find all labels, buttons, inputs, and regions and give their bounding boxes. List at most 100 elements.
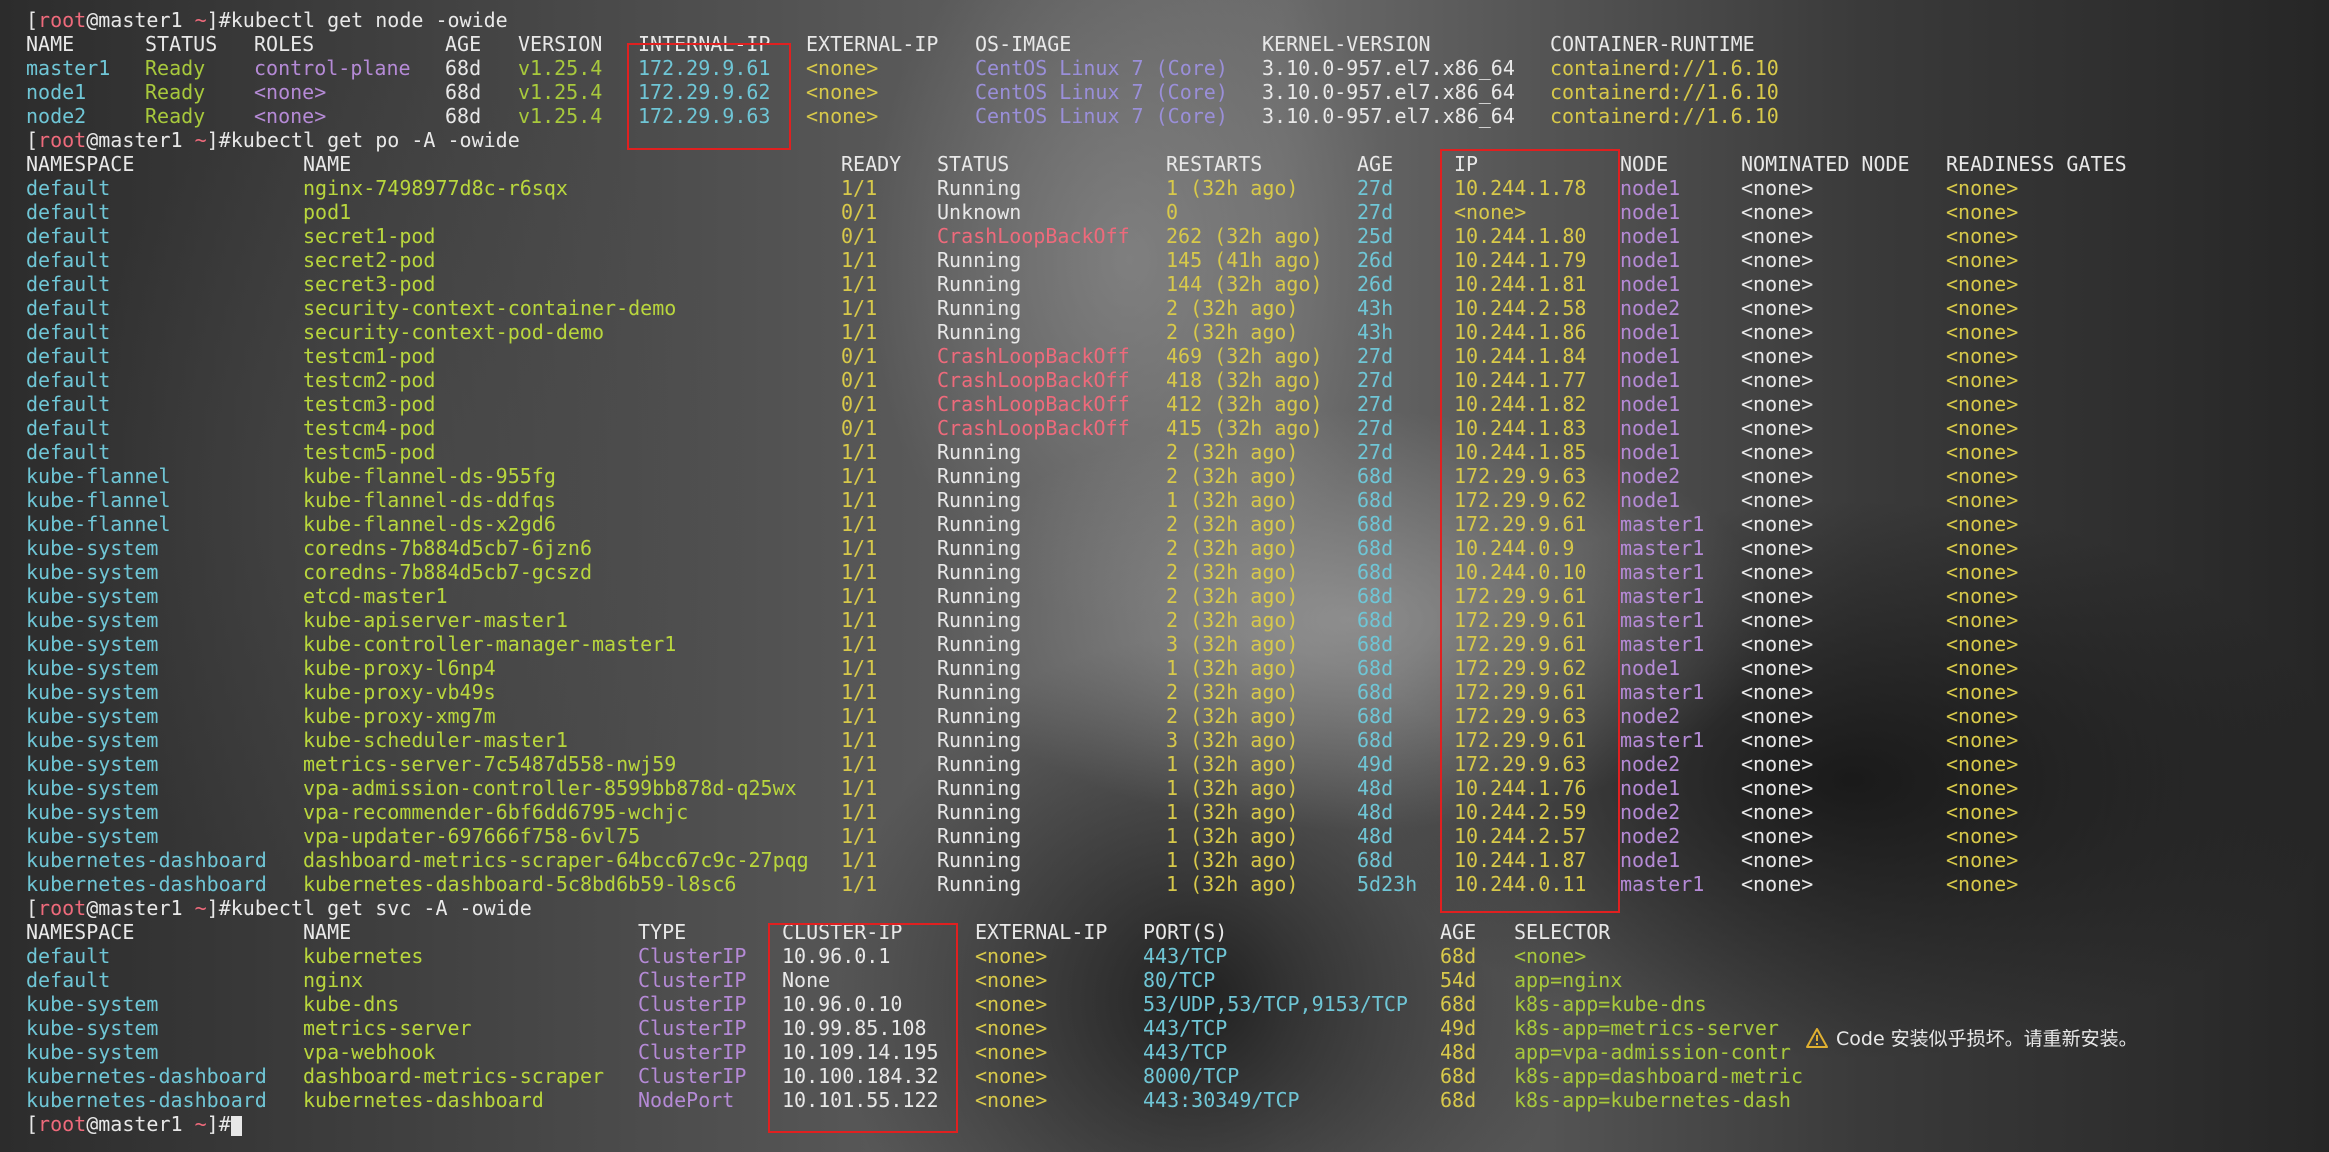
pod-cell: node1 bbox=[1620, 320, 1681, 344]
pod-cell: node1 bbox=[1620, 440, 1681, 464]
pod-cell: <none> bbox=[1946, 728, 2019, 752]
pod-cell: Running bbox=[937, 728, 1022, 752]
pod-cell: node2 bbox=[1620, 800, 1681, 824]
svc-row: kubernetes-dashboard kubernetes-dashboard… bbox=[0, 1088, 2329, 1112]
pod-cell: <none> bbox=[1741, 704, 1814, 728]
pod-cell: <none> bbox=[1741, 488, 1814, 512]
pod-cell: Running bbox=[937, 488, 1022, 512]
pod-cell: 1 (32h ago) bbox=[1166, 752, 1299, 776]
svc-cell: 443/TCP bbox=[1143, 1040, 1228, 1064]
pod-cell: master1 bbox=[1620, 872, 1705, 896]
node-cell: <none> bbox=[806, 80, 879, 104]
node-header-cell: ROLES bbox=[254, 32, 315, 56]
pod-cell: coredns-7b884d5cb7-6jzn6 bbox=[303, 536, 592, 560]
svc-cell: <none> bbox=[975, 1040, 1048, 1064]
pod-cell: Running bbox=[937, 296, 1022, 320]
pod-cell: <none> bbox=[1946, 584, 2019, 608]
svc-cell: kubernetes bbox=[303, 944, 424, 968]
pod-cell: kube-apiserver-master1 bbox=[303, 608, 568, 632]
pod-cell: 1/1 bbox=[841, 752, 878, 776]
pod-cell: Running bbox=[937, 176, 1022, 200]
node-cell: 3.10.0-957.el7.x86_64 bbox=[1262, 56, 1515, 80]
pod-cell: <none> bbox=[1946, 512, 2019, 536]
pod-cell: <none> bbox=[1741, 776, 1814, 800]
warning-icon bbox=[1806, 1027, 1828, 1048]
terminal-window[interactable]: [root@master1 ~]#kubectl get node -owide… bbox=[0, 0, 2329, 1152]
pod-cell: 1/1 bbox=[841, 872, 878, 896]
pod-cell: 68d bbox=[1357, 584, 1394, 608]
pod-cell: kube-system bbox=[26, 560, 159, 584]
pod-cell: kube-flannel-ds-ddfqs bbox=[303, 488, 556, 512]
pod-cell: kube-system bbox=[26, 584, 159, 608]
node-cell: containerd://1.6.10 bbox=[1550, 56, 1779, 80]
svc-cell: 443:30349/TCP bbox=[1143, 1088, 1300, 1112]
notification-text: Code 安装似乎损坏。请重新安装。 bbox=[1836, 1028, 2138, 1050]
pod-cell: <none> bbox=[1741, 416, 1814, 440]
pod-cell: Running bbox=[937, 536, 1022, 560]
node-cell: master1 bbox=[26, 56, 111, 80]
pod-row: default secret2-pod 1/1 Running 145 (41h ago… bbox=[0, 248, 2329, 272]
pod-cell: 2 (32h ago) bbox=[1166, 320, 1299, 344]
pod-cell: default bbox=[26, 392, 111, 416]
pod-cell: <none> bbox=[1741, 464, 1814, 488]
pod-cell: <none> bbox=[1946, 296, 2019, 320]
terminal-cursor[interactable] bbox=[230, 1115, 242, 1136]
pod-cell: <none> bbox=[1946, 224, 2019, 248]
pod-cell: 68d bbox=[1357, 680, 1394, 704]
pod-cell: secret3-pod bbox=[303, 272, 436, 296]
pod-cell: Running bbox=[937, 704, 1022, 728]
node-cell: Ready bbox=[145, 104, 206, 128]
pod-cell: <none> bbox=[1741, 656, 1814, 680]
pod-row: default nginx-7498977d8c-r6sqx 1/1 Running 1… bbox=[0, 176, 2329, 200]
pod-cell: 145 (41h ago) bbox=[1166, 248, 1323, 272]
pod-cell: <none> bbox=[1741, 800, 1814, 824]
pod-cell: testcm4-pod bbox=[303, 416, 436, 440]
pod-cell: 1 (32h ago) bbox=[1166, 776, 1299, 800]
pod-cell: kubernetes-dashboard-5c8bd6b59-l8sc6 bbox=[303, 872, 737, 896]
pod-cell: node2 bbox=[1620, 296, 1681, 320]
pod-cell: node1 bbox=[1620, 272, 1681, 296]
pod-cell: 68d bbox=[1357, 608, 1394, 632]
pod-cell: <none> bbox=[1741, 392, 1814, 416]
vscode-corrupt-notification[interactable]: Code 安装似乎损坏。请重新安装。 bbox=[1806, 1024, 2138, 1051]
pod-cell: 68d bbox=[1357, 704, 1394, 728]
pod-cell: 26d bbox=[1357, 248, 1394, 272]
node-cell: node1 bbox=[26, 80, 87, 104]
pod-cell: node1 bbox=[1620, 176, 1681, 200]
pod-cell: kube-system bbox=[26, 608, 159, 632]
pod-cell: <none> bbox=[1946, 680, 2019, 704]
pod-cell: default bbox=[26, 296, 111, 320]
svc-header-cell: TYPE bbox=[638, 920, 687, 944]
pod-row: kube-system etcd-master1 1/1 Running 2 (32h … bbox=[0, 584, 2329, 608]
pod-cell: 1/1 bbox=[841, 680, 878, 704]
pod-cell: 43h bbox=[1357, 296, 1394, 320]
pod-cell: <none> bbox=[1741, 752, 1814, 776]
pod-cell: Running bbox=[937, 824, 1022, 848]
pod-cell: 68d bbox=[1357, 536, 1394, 560]
pod-row: kube-system kube-proxy-l6np4 1/1 Running 1 (… bbox=[0, 656, 2329, 680]
pod-row: default pod1 0/1 Unknown 0 27d <none> node1 <non… bbox=[0, 200, 2329, 224]
pod-cell: 412 (32h ago) bbox=[1166, 392, 1323, 416]
pod-cell: node2 bbox=[1620, 824, 1681, 848]
pod-cell: <none> bbox=[1741, 224, 1814, 248]
pod-cell: 144 (32h ago) bbox=[1166, 272, 1323, 296]
svc-cell: k8s-app=kube-dns bbox=[1514, 992, 1707, 1016]
pod-cell: 25d bbox=[1357, 224, 1394, 248]
pod-cell: node1 bbox=[1620, 200, 1681, 224]
pod-cell: 1/1 bbox=[841, 272, 878, 296]
pod-row: default secret1-pod 0/1 CrashLoopBackOff 262… bbox=[0, 224, 2329, 248]
node-cell: 3.10.0-957.el7.x86_64 bbox=[1262, 80, 1515, 104]
pod-cell: 0/1 bbox=[841, 344, 878, 368]
pod-cell: 262 (32h ago) bbox=[1166, 224, 1323, 248]
pod-cell: Unknown bbox=[937, 200, 1022, 224]
pod-cell: <none> bbox=[1946, 464, 2019, 488]
pod-cell: 27d bbox=[1357, 200, 1394, 224]
pod-row: kube-system coredns-7b884d5cb7-gcszd 1/1 Ru… bbox=[0, 560, 2329, 584]
svc-cell: ClusterIP bbox=[638, 968, 747, 992]
pod-cell: 1/1 bbox=[841, 320, 878, 344]
pod-cell: default bbox=[26, 344, 111, 368]
svc-cell: 80/TCP bbox=[1143, 968, 1216, 992]
svc-cell: metrics-server bbox=[303, 1016, 472, 1040]
node-cell: control-plane bbox=[254, 56, 411, 80]
pod-cell: node2 bbox=[1620, 752, 1681, 776]
